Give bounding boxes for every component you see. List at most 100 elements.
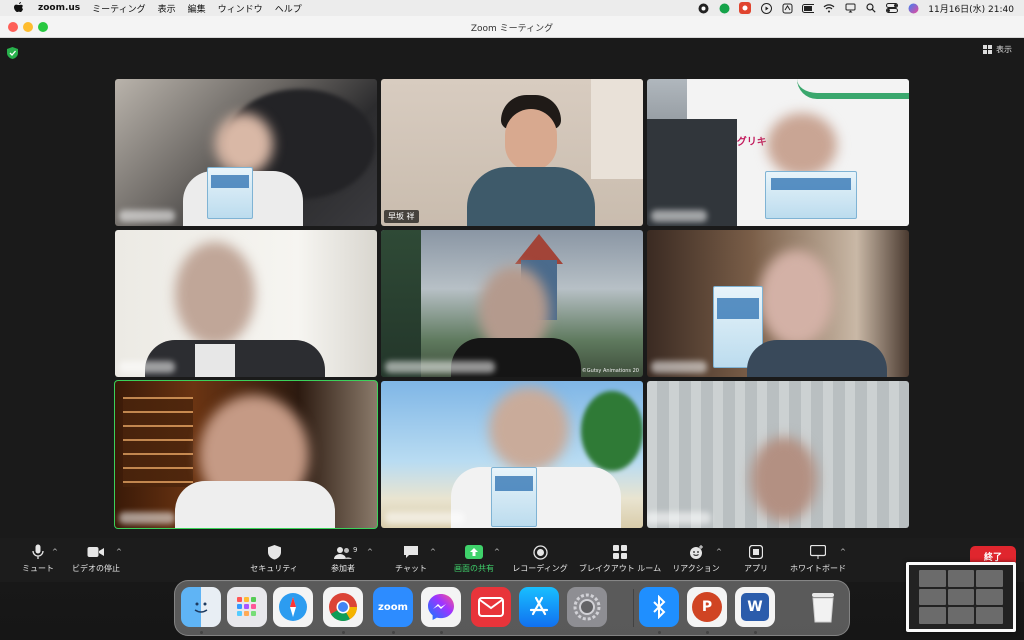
control-circle-icon[interactable]	[697, 2, 709, 14]
grid-icon	[983, 45, 992, 54]
menu-window[interactable]: ウィンドウ	[218, 2, 263, 15]
video-tile[interactable]	[115, 230, 377, 377]
share-screen-label: 画面の共有	[454, 564, 494, 573]
menu-meeting[interactable]: ミーティング	[92, 2, 145, 15]
control-center-icon[interactable]	[886, 2, 899, 14]
encryption-shield-icon[interactable]	[7, 44, 18, 59]
video-tile[interactable]: ©Gutsy Animations 20	[381, 230, 643, 377]
running-indicator	[706, 631, 709, 634]
participant-name-redacted	[651, 361, 707, 373]
stop-video-button[interactable]: ビデオの停止	[58, 544, 134, 574]
participant-name-redacted	[385, 361, 495, 373]
record-label: レコーディング	[512, 564, 568, 573]
word-icon[interactable]: W	[735, 587, 775, 627]
video-tile[interactable]: 早坂 祥	[381, 79, 643, 226]
background-watermark: ©Gutsy Animations 20	[581, 368, 639, 374]
reactions-label: リアクション	[672, 564, 720, 573]
video-camera-icon	[87, 544, 105, 560]
running-indicator	[440, 631, 443, 634]
siri-icon[interactable]	[907, 2, 919, 14]
view-button[interactable]: 表示	[983, 44, 1012, 55]
breakout-rooms-button[interactable]: ブレイクアウト ルーム	[578, 544, 662, 574]
security-button[interactable]: セキュリティ	[236, 544, 312, 574]
participant-name-redacted	[119, 512, 175, 524]
security-shield-icon	[265, 544, 283, 560]
whiteboard-icon	[809, 544, 827, 560]
system-preferences-icon[interactable]	[567, 587, 607, 627]
share-screen-icon	[465, 544, 483, 560]
record-icon	[531, 544, 549, 560]
screenshot-thumbnail[interactable]	[906, 562, 1016, 632]
thumbnail-preview	[909, 565, 1013, 629]
breakout-rooms-label: ブレイクアウト ルーム	[578, 564, 662, 573]
chrome-icon[interactable]	[323, 587, 363, 627]
window-title: Zoom ミーティング	[470, 24, 554, 34]
participants-label: 参加者	[331, 564, 355, 573]
chat-label: チャット	[395, 564, 427, 573]
menu-edit[interactable]: 編集	[188, 2, 206, 15]
launchpad-icon[interactable]	[227, 587, 267, 627]
participant-name-label: 早坂 祥	[384, 210, 419, 223]
video-tile[interactable]: オグリキ	[647, 79, 909, 226]
window-titlebar: Zoom ミーティング	[0, 16, 1024, 38]
finder-icon[interactable]	[181, 587, 221, 627]
search-icon[interactable]	[865, 2, 877, 14]
running-indicator	[392, 631, 395, 634]
video-tile[interactable]	[381, 381, 643, 528]
book-cover	[765, 171, 857, 219]
powerpoint-letter: P	[692, 592, 722, 622]
video-tile-active-speaker[interactable]	[114, 380, 378, 529]
safari-icon[interactable]	[273, 587, 313, 627]
mute-options-caret-icon[interactable]: ^	[52, 548, 58, 556]
word-letter: W	[741, 593, 769, 621]
video-tile[interactable]	[647, 230, 909, 377]
chat-options-caret-icon[interactable]: ^	[430, 548, 436, 556]
trash-icon[interactable]	[803, 587, 843, 627]
menu-view[interactable]: 表示	[158, 2, 176, 15]
participants-options-caret-icon[interactable]: ^	[367, 548, 373, 556]
menubar-clock[interactable]: 11月16日(水) 21:40	[928, 2, 1014, 15]
zoom-icon[interactable]: zoom	[373, 587, 413, 627]
share-screen-button[interactable]: 画面の共有	[436, 544, 512, 574]
share-options-caret-icon[interactable]: ^	[494, 548, 500, 556]
running-indicator	[200, 631, 203, 634]
grammarly-icon[interactable]	[718, 2, 730, 14]
participants-icon: 9	[334, 544, 357, 560]
record-button[interactable]: レコーディング	[502, 544, 578, 574]
apps-icon	[747, 544, 765, 560]
video-options-caret-icon[interactable]: ^	[116, 548, 122, 556]
mail-icon[interactable]	[471, 587, 511, 627]
wifi-icon[interactable]	[823, 2, 835, 14]
breakout-rooms-icon	[611, 544, 629, 560]
cast-icon[interactable]	[844, 2, 856, 14]
play-icon[interactable]	[760, 2, 772, 14]
menu-bar: zoom.us ミーティング 表示 編集 ウィンドウ ヘルプ 11月16日(水)…	[0, 0, 1024, 16]
running-indicator	[342, 631, 345, 634]
app-menu[interactable]: zoom.us	[38, 3, 80, 13]
powerpoint-icon[interactable]: P	[687, 587, 727, 627]
menu-help[interactable]: ヘルプ	[275, 2, 302, 15]
book-cover	[491, 467, 537, 527]
app-store-icon[interactable]	[519, 587, 559, 627]
participant-name-redacted	[651, 210, 707, 222]
zoom-app-label: zoom	[378, 601, 408, 613]
mute-label: ミュート	[22, 564, 54, 573]
meeting-controls-bar: ミュート ^ ビデオの停止 ^ セキュリティ 9 参加者 ^ チャット ^ 画面…	[0, 538, 1024, 582]
participants-count: 9	[353, 546, 358, 554]
stop-video-label: ビデオの停止	[72, 564, 120, 573]
whiteboard-options-caret-icon[interactable]: ^	[840, 548, 846, 556]
messenger-icon[interactable]	[421, 587, 461, 627]
view-button-label: 表示	[996, 45, 1012, 54]
battery-icon[interactable]	[802, 2, 815, 14]
video-tile[interactable]	[647, 381, 909, 528]
apple-icon[interactable]	[12, 1, 26, 15]
participant-name-redacted	[647, 512, 711, 524]
bluetooth-icon[interactable]	[639, 587, 679, 627]
desktop: zoom.us ミーティング 表示 編集 ウィンドウ ヘルプ 11月16日(水)…	[0, 0, 1024, 640]
status-tray: 11月16日(水) 21:40	[697, 0, 1014, 16]
participant-name-redacted	[119, 210, 175, 222]
chat-bubble-icon	[402, 544, 420, 560]
screen-record-icon[interactable]	[739, 2, 752, 14]
keyboard-input-icon[interactable]	[781, 2, 793, 14]
video-tile[interactable]	[115, 79, 377, 226]
